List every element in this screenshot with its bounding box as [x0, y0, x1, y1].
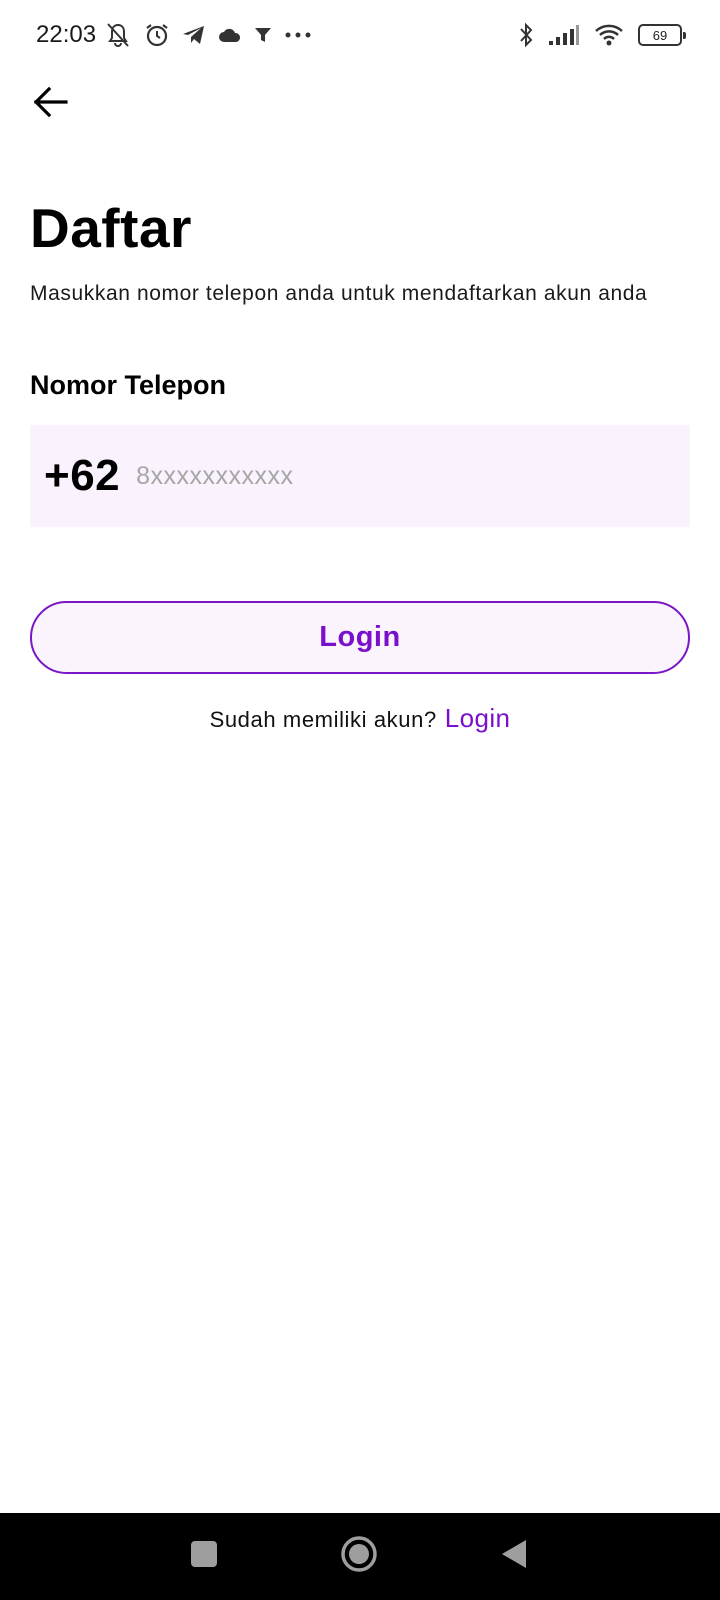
battery-level: 69 [652, 27, 668, 43]
nav-back-button[interactable] [474, 1513, 554, 1600]
more-icon [284, 31, 312, 39]
back-triangle-icon [500, 1538, 528, 1575]
back-button[interactable] [26, 80, 74, 128]
home-button[interactable] [319, 1513, 399, 1600]
bluetooth-icon [518, 22, 534, 48]
telegram-icon [182, 24, 206, 46]
filter-icon [254, 26, 272, 44]
country-code: +62 [44, 451, 121, 500]
recents-button[interactable] [164, 1513, 244, 1600]
status-bar: 22:03 69 [0, 0, 720, 70]
page-title: Daftar [30, 197, 192, 259]
phone-label: Nomor Telepon [30, 370, 227, 400]
signin-prompt: Sudah memiliki akun? [209, 707, 437, 732]
status-right: 69 [504, 22, 686, 48]
signal-icon [548, 24, 580, 46]
battery-icon: 69 [638, 24, 686, 46]
navigation-bar [0, 1513, 720, 1600]
alarm-icon [144, 22, 170, 48]
arrow-left-icon [32, 86, 68, 123]
home-icon [340, 1535, 378, 1578]
wifi-icon [594, 23, 624, 47]
recents-icon [190, 1540, 218, 1573]
signin-row: Sudah memiliki akun? Login [0, 703, 720, 734]
mute-icon [104, 22, 132, 48]
status-time: 22:03 [36, 21, 97, 48]
status-left: 22:03 [36, 21, 324, 49]
cloud-icon [218, 27, 242, 43]
register-screen: 22:03 69 Daftar Masukkan nomor telepon a… [0, 0, 720, 1600]
login-button[interactable]: Login [30, 601, 690, 674]
signin-link[interactable]: Login [445, 703, 511, 734]
phone-input[interactable] [136, 461, 657, 491]
phone-field[interactable]: +62 [30, 425, 690, 527]
page-subtitle: Masukkan nomor telepon anda untuk mendaf… [30, 282, 648, 305]
